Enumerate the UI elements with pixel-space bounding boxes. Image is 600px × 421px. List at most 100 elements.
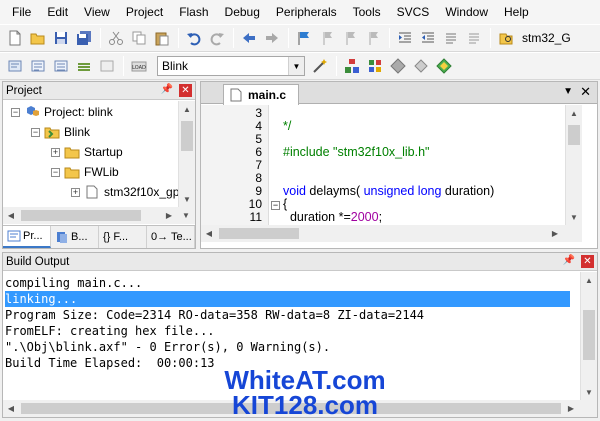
pin-icon[interactable]: 📌 [563, 255, 575, 266]
menu-debug[interactable]: Debug [217, 0, 268, 24]
tree-expander[interactable]: + [51, 147, 60, 157]
chevron-down-icon[interactable]: ▼ [563, 86, 573, 97]
paste-button[interactable] [151, 27, 173, 49]
tree-expander[interactable]: − [11, 107, 20, 117]
scroll-down-icon[interactable]: ▼ [581, 384, 597, 400]
indent-button[interactable] [394, 27, 416, 49]
menu-svcs[interactable]: SVCS [389, 0, 438, 24]
close-panel-button[interactable]: ✕ [581, 255, 594, 268]
fold-toggle-icon[interactable]: − [271, 201, 280, 210]
scroll-up-icon[interactable]: ▲ [179, 101, 195, 117]
project-tree-horizontal-scrollbar[interactable]: ◀ ▶ ▼ [3, 207, 195, 224]
tree-expander[interactable]: + [71, 187, 80, 197]
new-file-icon [9, 30, 21, 46]
scroll-down-icon[interactable]: ▼ [178, 207, 194, 223]
scrollbar-thumb[interactable] [219, 228, 299, 239]
menu-tools[interactable]: Tools [345, 0, 389, 24]
tab-books[interactable]: B... [51, 226, 99, 248]
redo-button[interactable] [206, 27, 228, 49]
save-all-button[interactable] [73, 27, 95, 49]
code-area[interactable]: */ #include "stm32f10x_lib.h" void delay… [283, 105, 565, 225]
menu-flash[interactable]: Flash [171, 0, 216, 24]
scrollbar-thumb[interactable] [568, 125, 580, 145]
select-packs-button[interactable] [410, 55, 432, 77]
file-extensions-button[interactable] [364, 55, 386, 77]
undo-button[interactable] [183, 27, 205, 49]
software-packs-button[interactable] [433, 55, 455, 77]
stop-build-button[interactable] [96, 55, 118, 77]
tab-main-c[interactable]: main.c [223, 84, 299, 105]
close-panel-button[interactable]: ✕ [179, 84, 192, 97]
arrow-left-icon [243, 33, 255, 43]
navigate-back-button[interactable] [238, 27, 260, 49]
menu-file[interactable]: File [4, 0, 39, 24]
manage-components-button[interactable] [341, 55, 363, 77]
target-select[interactable]: Blink ▼ [157, 56, 305, 76]
tree-expander[interactable]: − [31, 127, 40, 137]
tab-project[interactable]: Pr... [3, 226, 51, 248]
scroll-down-icon[interactable]: ▼ [179, 191, 195, 207]
menu-peripherals[interactable]: Peripherals [268, 0, 345, 24]
new-file-button[interactable] [4, 27, 26, 49]
pack-installer-button[interactable] [387, 55, 409, 77]
menu-edit[interactable]: Edit [39, 0, 76, 24]
scroll-up-icon[interactable]: ▲ [566, 105, 582, 121]
tree-item-stm32f10x-gpio[interactable]: + stm32f10x_gp [71, 183, 179, 201]
save-button[interactable] [50, 27, 72, 49]
scroll-up-icon[interactable]: ▲ [581, 272, 597, 288]
scroll-right-icon[interactable]: ▶ [563, 400, 579, 416]
copy-button[interactable] [128, 27, 150, 49]
scrollbar-thumb[interactable] [583, 310, 595, 360]
editor-vertical-scrollbar[interactable]: ▲ ▼ [565, 105, 582, 225]
project-tree-vertical-scrollbar[interactable]: ▲ ▼ [178, 101, 195, 207]
scroll-left-icon[interactable]: ◀ [201, 225, 217, 241]
chevron-down-icon[interactable]: ▼ [288, 57, 304, 75]
scrollbar-thumb[interactable] [21, 210, 141, 221]
target-options-button[interactable] [309, 55, 331, 77]
rebuild-button[interactable] [50, 55, 72, 77]
tree-expander[interactable]: − [51, 167, 60, 177]
editor-horizontal-scrollbar[interactable]: ◀ ▶ [201, 225, 582, 242]
scroll-left-icon[interactable]: ◀ [3, 207, 19, 223]
translate-button[interactable] [4, 55, 26, 77]
project-panel-title: Project [6, 84, 42, 97]
toolbar-separator [490, 28, 491, 48]
tab-functions[interactable]: {} F... [99, 226, 147, 248]
scroll-right-icon[interactable]: ▶ [161, 207, 177, 223]
line-number: 11 [249, 210, 262, 224]
find-in-files-button[interactable] [495, 27, 517, 49]
comment-button[interactable] [440, 27, 462, 49]
previous-bookmark-button[interactable] [316, 27, 338, 49]
find-target-label: stm32_G [522, 31, 571, 45]
download-button[interactable]: LOAD [128, 55, 150, 77]
menu-project[interactable]: Project [118, 0, 171, 24]
unindent-button[interactable] [417, 27, 439, 49]
menu-window[interactable]: Window [437, 0, 496, 24]
close-icon[interactable]: ✕ [580, 84, 591, 100]
uncomment-button[interactable] [463, 27, 485, 49]
clear-bookmarks-button[interactable] [362, 27, 384, 49]
menu-help[interactable]: Help [496, 0, 537, 24]
menu-view[interactable]: View [76, 0, 118, 24]
tree-item-startup[interactable]: + Startup [51, 143, 123, 161]
scrollbar-thumb[interactable] [181, 121, 193, 151]
tree-item-blink[interactable]: − Blink [31, 123, 90, 141]
tab-templates[interactable]: 0→ Te... [147, 226, 195, 248]
batch-build-button[interactable] [73, 55, 95, 77]
open-file-button[interactable] [27, 27, 49, 49]
scroll-right-icon[interactable]: ▶ [547, 225, 563, 241]
scroll-left-icon[interactable]: ◀ [3, 400, 19, 416]
build-output-vertical-scrollbar[interactable]: ▲ ▼ [580, 272, 597, 400]
tree-item-label: stm32f10x_gp [104, 185, 179, 199]
scroll-down-icon[interactable]: ▼ [566, 209, 582, 225]
cut-button[interactable] [105, 27, 127, 49]
tree-item-fwlib[interactable]: − FWLib [51, 163, 119, 181]
pin-icon[interactable]: 📌 [161, 84, 173, 95]
build-button[interactable] [27, 55, 49, 77]
save-icon [55, 32, 67, 44]
insert-bookmark-button[interactable] [293, 27, 315, 49]
tree-item-project[interactable]: − Project: blink [11, 103, 113, 121]
build-output-line-selected[interactable]: linking... [5, 291, 570, 307]
next-bookmark-button[interactable] [339, 27, 361, 49]
navigate-forward-button[interactable] [261, 27, 283, 49]
